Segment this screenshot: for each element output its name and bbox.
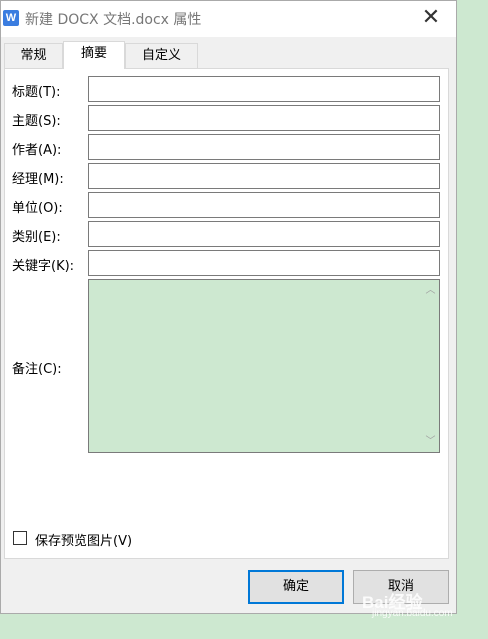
tab-custom[interactable]: 自定义 — [125, 43, 198, 69]
field-row-author: 作者(A): — [5, 134, 448, 160]
title-bar[interactable]: W 新建 DOCX 文档.docx 属性 ✕ — [1, 1, 456, 37]
wps-writer-icon: W — [3, 10, 19, 26]
window-title: 新建 DOCX 文档.docx 属性 — [25, 12, 202, 28]
comments-label: 备注(C): — [12, 362, 62, 377]
subject-label: 主题(S): — [12, 114, 61, 129]
keywords-input[interactable] — [88, 250, 440, 276]
title-label: 标题(T): — [12, 85, 61, 100]
author-label: 作者(A): — [12, 143, 62, 158]
comments-textarea[interactable]: ︿ ﹀ — [88, 279, 440, 453]
company-label: 单位(O): — [12, 201, 63, 216]
cancel-button[interactable]: 取消 — [353, 570, 449, 604]
scroll-up-icon[interactable]: ︿ — [422, 282, 439, 299]
field-row-title: 标题(T): — [5, 76, 448, 102]
title-input[interactable] — [88, 76, 440, 102]
manager-label: 经理(M): — [12, 172, 64, 187]
properties-dialog: W 新建 DOCX 文档.docx 属性 ✕ 常规 摘要 自定义 标题(T): … — [0, 0, 457, 614]
category-label: 类别(E): — [12, 230, 61, 245]
category-input[interactable] — [88, 221, 440, 247]
field-row-category: 类别(E): — [5, 221, 448, 247]
scroll-down-icon[interactable]: ﹀ — [422, 433, 439, 450]
comments-scrollbar[interactable]: ︿ ﹀ — [422, 280, 439, 452]
tab-general[interactable]: 常规 — [4, 43, 63, 69]
field-row-manager: 经理(M): — [5, 163, 448, 189]
ok-button[interactable]: 确定 — [248, 570, 344, 604]
close-icon[interactable]: ✕ — [416, 4, 446, 32]
tab-summary[interactable]: 摘要 — [63, 41, 125, 69]
manager-input[interactable] — [88, 163, 440, 189]
field-row-keywords: 关键字(K): — [5, 250, 448, 276]
keywords-label: 关键字(K): — [12, 259, 75, 274]
company-input[interactable] — [88, 192, 440, 218]
save-preview-label[interactable]: 保存预览图片(V) — [35, 530, 132, 549]
field-row-subject: 主题(S): — [5, 105, 448, 131]
field-row-company: 单位(O): — [5, 192, 448, 218]
subject-input[interactable] — [88, 105, 440, 131]
summary-panel: 标题(T): 主题(S): 作者(A): 经理(M): 单位(O): 类别(E)… — [4, 68, 449, 559]
author-input[interactable] — [88, 134, 440, 160]
save-preview-checkbox[interactable] — [13, 531, 27, 545]
